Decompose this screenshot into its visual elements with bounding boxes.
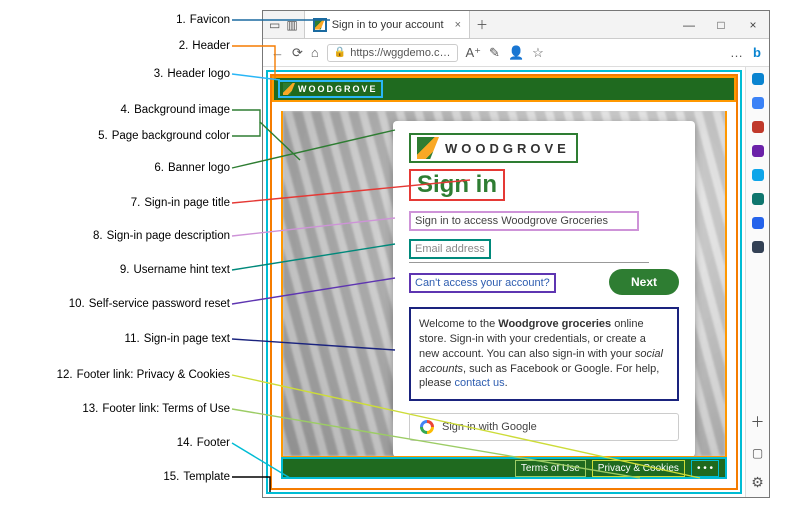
header-logo-text: WOODGROVE [298,84,378,94]
annot-10: 10.Self-service password reset [69,298,230,310]
annot-14: 14.Footer [177,437,230,449]
refresh-icon[interactable]: ⟳ [292,45,303,61]
signin-title: Sign in [409,169,505,201]
google-label: Sign in with Google [442,421,537,433]
back-icon[interactable]: ← [271,45,284,60]
side-mail-icon[interactable] [752,169,764,181]
favorite-icon[interactable]: ☆ [532,45,544,61]
annot-5: 5.Page background color [98,130,230,142]
addperson-icon[interactable]: 👤 [508,45,524,61]
window-minimize[interactable]: — [673,11,705,38]
annot-11: 11.Sign-in page text [125,333,230,345]
header-logo: WOODGROVE [278,80,383,98]
page-footer: Terms of Use Privacy & Cookies • • • [281,457,727,479]
side-more-icon[interactable] [752,241,764,253]
annot-4: 4.Background image [121,104,231,116]
home-icon[interactable]: ⌂ [311,45,319,60]
background-image: WOODGROVE Sign in Sign in to access Wood… [281,111,727,458]
banner-logo-text: WOODGROVE [445,141,570,156]
signin-description: Sign in to access Woodgrove Groceries [409,211,639,231]
address-bar: ← ⟳ ⌂ 🔒 https://wggdemo.c… A⁺ ✎ 👤 ☆ … b [263,39,769,67]
page-body: WOODGROVE WOODGROVE Sign in [270,74,738,490]
annot-9: 9.Username hint text [120,264,230,276]
page-header: WOODGROVE [272,76,736,102]
side-chat-icon[interactable] [752,97,764,109]
annot-1: 1.Favicon [176,14,230,26]
translate-icon[interactable]: ✎ [489,45,500,61]
next-button[interactable]: Next [609,269,679,295]
lock-icon: 🔒 [334,47,346,58]
page-viewport: WOODGROVE WOODGROVE Sign in [263,67,745,497]
tab-tools: ▭ ▥ [263,11,304,38]
browser-window: ▭ ▥ Sign in to your account × ＋ — □ × ← … [262,10,770,498]
annot-12: 12.Footer link: Privacy & Cookies [57,369,230,381]
signin-page-text: Welcome to the Woodgrove groceries onlin… [409,307,679,401]
annot-2: 2.Header [179,40,230,52]
bing-icon[interactable]: b [753,45,761,60]
banner-logo: WOODGROVE [409,133,578,163]
annot-15: 15.Template [163,471,230,483]
footer-privacy-link[interactable]: Privacy & Cookies [592,460,685,477]
tab-title: Sign in to your account [332,19,444,31]
side-search-icon[interactable] [752,73,764,85]
side-plus-icon[interactable]: ＋ [751,412,765,434]
window-maximize[interactable]: □ [705,11,737,38]
footer-terms-link[interactable]: Terms of Use [515,460,586,477]
sidebar-stripe: ＋ ▢ ⚙ [745,67,769,497]
google-icon [420,420,434,434]
contact-us-link[interactable]: contact us [454,377,504,389]
signin-card: WOODGROVE Sign in Sign in to access Wood… [393,121,695,457]
side-settings-icon[interactable]: ⚙ [751,474,764,497]
annot-6: 6.Banner logo [154,162,230,174]
annotation-column: 1.Favicon 2.Header 3.Header logo 4.Backg… [0,0,240,513]
tabs-icon[interactable]: ▥ [286,18,297,32]
read-aloud-icon[interactable]: A⁺ [466,45,482,61]
window-close[interactable]: × [737,11,769,38]
annot-7: 7.Sign-in page title [131,197,230,209]
footer-more-link[interactable]: • • • [691,460,719,477]
more-icon[interactable]: … [730,45,743,60]
username-hint: Email address [409,239,491,259]
side-collapse-icon[interactable]: ▢ [752,446,763,462]
email-input[interactable] [409,259,649,263]
favicon [313,18,327,32]
new-tab-button[interactable]: ＋ [470,11,494,38]
side-word-icon[interactable] [752,217,764,229]
url-text: https://wggdemo.c… [350,47,450,59]
side-office-icon[interactable] [752,193,764,205]
banner-logo-icon [417,137,439,159]
header-logo-icon [283,83,295,95]
url-box[interactable]: 🔒 https://wggdemo.c… [327,44,458,62]
side-game-icon[interactable] [752,145,764,157]
workspace-icon[interactable]: ▭ [269,18,280,32]
tab-close-icon[interactable]: × [455,19,461,31]
annot-3: 3.Header logo [154,68,230,80]
annot-8: 8.Sign-in page description [93,230,230,242]
tab-strip: ▭ ▥ Sign in to your account × ＋ — □ × [263,11,769,39]
google-signin-button[interactable]: Sign in with Google [409,413,679,441]
annot-13: 13.Footer link: Terms of Use [82,403,230,415]
browser-tab[interactable]: Sign in to your account × [304,11,470,38]
side-shop-icon[interactable] [752,121,764,133]
forgot-password-link[interactable]: Can't access your account? [409,273,556,293]
